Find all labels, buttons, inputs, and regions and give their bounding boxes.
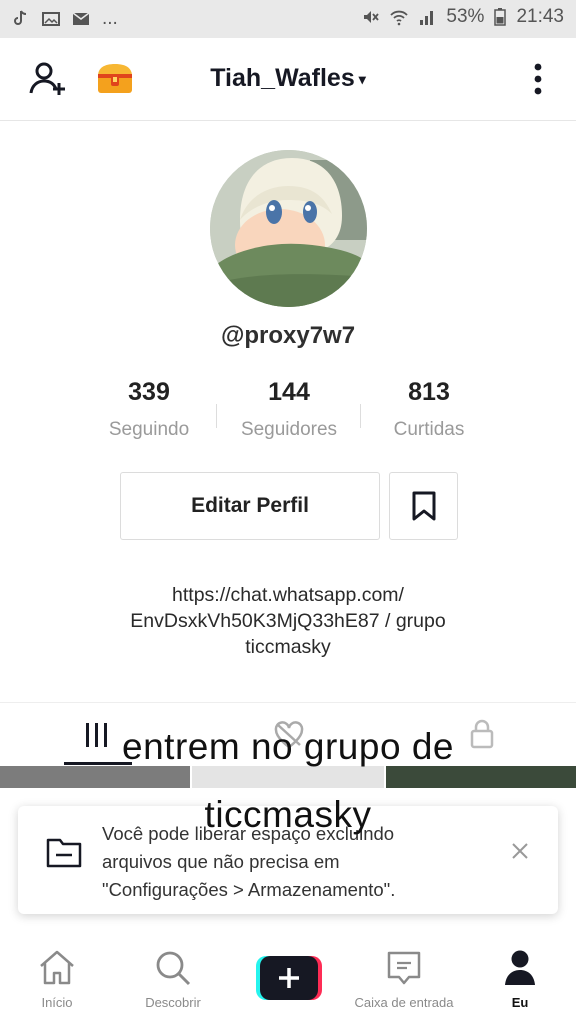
nav-profile-label: Eu xyxy=(511,995,529,1010)
bookmark-icon xyxy=(412,491,435,521)
tiktok-notification-icon xyxy=(14,10,27,25)
profile-bio[interactable]: https://chat.whatsapp.com/ EnvDsxkVh50K3… xyxy=(0,582,576,660)
status-bar-left: ... xyxy=(12,8,118,30)
bio-line: ticcmasky xyxy=(245,636,331,658)
folder-icon xyxy=(46,838,82,868)
edit-profile-button[interactable]: Editar Perfil xyxy=(120,472,380,540)
profile-icon xyxy=(505,950,535,985)
stat-following[interactable]: 339 Seguindo xyxy=(79,378,219,441)
stat-followers-value: 144 xyxy=(268,378,310,406)
video-thumbnail[interactable] xyxy=(192,766,384,788)
notification-line: "Configurações > Armazenamento". xyxy=(102,879,396,900)
bio-line: EnvDsxkVh50K3MjQ33hE87 / grupo xyxy=(130,610,446,632)
more-options-icon[interactable] xyxy=(530,62,546,98)
nav-home-label: Início xyxy=(41,995,73,1010)
nav-discover[interactable]: Descobrir xyxy=(118,936,228,1010)
close-icon[interactable] xyxy=(512,843,528,859)
wifi-icon xyxy=(390,10,409,26)
battery-percent: 53% xyxy=(446,6,485,27)
avatar[interactable] xyxy=(210,150,367,307)
stat-following-label: Seguindo xyxy=(108,419,190,440)
status-more: ... xyxy=(102,8,118,29)
search-icon xyxy=(156,951,191,986)
plus-icon xyxy=(256,956,322,1000)
video-thumbnail[interactable] xyxy=(386,766,576,788)
bio-line: https://chat.whatsapp.com/ xyxy=(172,584,404,606)
stat-likes-value: 813 xyxy=(408,378,450,406)
username-switcher[interactable]: Tiah_Wafles ▾ xyxy=(0,64,576,93)
nav-home[interactable]: Início xyxy=(2,936,112,1010)
video-thumbnails xyxy=(0,766,576,788)
stat-divider xyxy=(216,404,217,428)
profile-header: Tiah_Wafles ▾ xyxy=(0,38,576,121)
status-bar: ... 53% 21:43 xyxy=(0,0,576,38)
gallery-icon xyxy=(42,12,60,26)
mute-icon xyxy=(364,11,380,23)
video-thumbnail[interactable] xyxy=(0,766,190,788)
stat-likes-label: Curtidas xyxy=(393,419,465,440)
stat-followers-label: Seguidores xyxy=(240,419,338,440)
bottom-navigation: Início Descobrir Caixa de entrada Eu xyxy=(0,936,576,1024)
stat-followers[interactable]: 144 Seguidores xyxy=(219,378,359,441)
avatar-image xyxy=(210,150,367,307)
overlay-caption-line: entrem no grupo de xyxy=(122,726,454,767)
chevron-down-icon: ▾ xyxy=(358,70,366,87)
overlay-caption-line: ticcmasky xyxy=(204,794,372,835)
stat-likes[interactable]: 813 Curtidas xyxy=(359,378,499,441)
stat-following-value: 339 xyxy=(128,378,170,406)
profile-handle: @proxy7w7 xyxy=(220,322,356,349)
nav-inbox-label: Caixa de entrada xyxy=(354,995,454,1010)
nav-profile[interactable]: Eu xyxy=(465,936,575,1010)
nav-discover-label: Descobrir xyxy=(145,995,201,1010)
signal-icon xyxy=(420,11,434,25)
username: Tiah_Wafles xyxy=(210,64,355,92)
mail-icon xyxy=(72,12,90,25)
status-bar-right: 53% 21:43 xyxy=(362,6,564,28)
inbox-icon xyxy=(387,951,421,985)
favorites-button[interactable] xyxy=(389,472,458,540)
home-icon xyxy=(40,950,74,985)
notification-line: arquivos que não precisa em xyxy=(102,851,340,872)
clock: 21:43 xyxy=(516,6,564,27)
nav-inbox[interactable]: Caixa de entrada xyxy=(349,936,459,1010)
create-video-button[interactable] xyxy=(256,956,322,1000)
battery-icon xyxy=(494,8,507,26)
